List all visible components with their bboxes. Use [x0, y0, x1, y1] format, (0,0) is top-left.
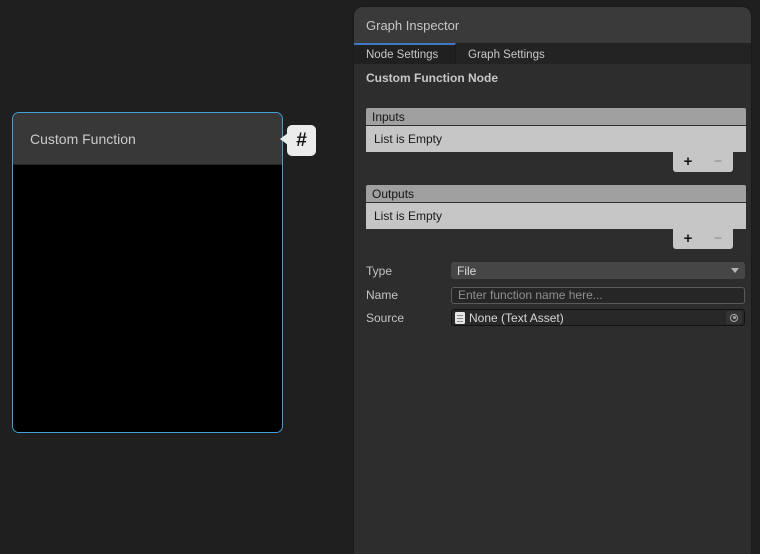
node-hash-badge[interactable]: # — [287, 125, 316, 156]
inputs-empty-label: List is Empty — [374, 132, 442, 146]
object-picker-icon — [730, 314, 738, 322]
text-asset-icon — [455, 312, 465, 324]
outputs-empty-label: List is Empty — [374, 209, 442, 223]
tab-node-settings[interactable]: Node Settings — [354, 43, 456, 64]
type-dropdown-value: File — [457, 264, 476, 278]
outputs-remove-button[interactable]: − — [706, 230, 730, 248]
name-label: Name — [366, 288, 398, 302]
inputs-list-footer: + − — [673, 152, 733, 172]
source-label: Source — [366, 311, 404, 325]
outputs-list-footer: + − — [673, 229, 733, 249]
panel-header[interactable]: Graph Inspector — [354, 7, 751, 43]
outputs-list-body: List is Empty — [366, 203, 746, 229]
outputs-list-title: Outputs — [372, 187, 414, 201]
tab-graph-settings-label: Graph Settings — [468, 49, 545, 61]
function-name-input[interactable] — [451, 287, 745, 304]
tab-bar: Node Settings Graph Settings — [354, 43, 751, 64]
graph-inspector-panel: Graph Inspector Node Settings Graph Sett… — [354, 7, 751, 554]
inputs-add-button[interactable]: + — [676, 153, 700, 171]
outputs-add-button[interactable]: + — [676, 230, 700, 248]
object-picker-button[interactable] — [726, 311, 742, 324]
inputs-list-body: List is Empty — [366, 126, 746, 152]
type-dropdown[interactable]: File — [451, 262, 745, 279]
custom-function-node[interactable]: Custom Function — [12, 112, 283, 433]
source-object-value: None (Text Asset) — [469, 311, 564, 325]
chevron-down-icon — [731, 268, 739, 273]
node-title-bar[interactable]: Custom Function — [13, 113, 282, 165]
panel-title: Graph Inspector — [366, 18, 459, 33]
tab-node-settings-label: Node Settings — [366, 49, 438, 61]
node-preview — [13, 166, 282, 432]
type-label: Type — [366, 264, 392, 278]
hash-icon: # — [296, 130, 307, 152]
outputs-list: Outputs List is Empty + − — [366, 185, 746, 229]
inputs-list: Inputs List is Empty + − — [366, 108, 746, 152]
inputs-remove-button[interactable]: − — [706, 153, 730, 171]
node-title: Custom Function — [30, 131, 136, 147]
node-settings-heading: Custom Function Node — [366, 71, 498, 85]
inputs-list-title: Inputs — [372, 110, 405, 124]
inputs-list-header: Inputs — [366, 108, 746, 125]
type-row: Type File — [366, 262, 745, 279]
outputs-list-header: Outputs — [366, 185, 746, 202]
tab-graph-settings[interactable]: Graph Settings — [456, 43, 557, 64]
source-object-field[interactable]: None (Text Asset) — [451, 309, 745, 326]
name-row: Name — [366, 286, 745, 303]
source-row: Source None (Text Asset) — [366, 309, 745, 326]
